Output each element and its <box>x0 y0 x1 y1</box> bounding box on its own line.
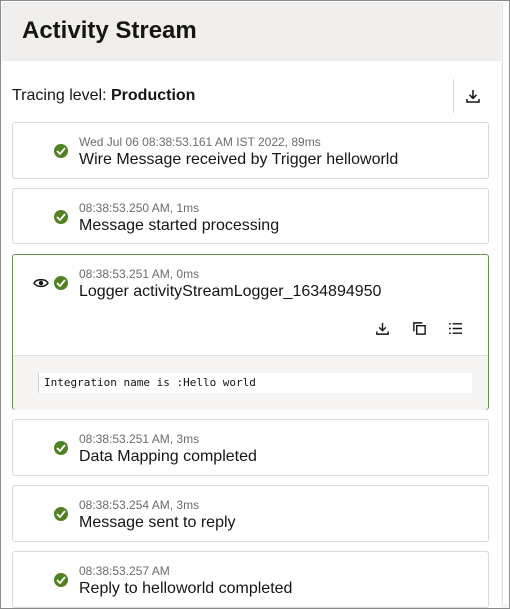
entry-title: Message started processing <box>79 217 280 234</box>
eye-icon[interactable] <box>33 277 49 289</box>
check-circle-icon <box>54 441 68 455</box>
check-circle-icon <box>54 507 68 521</box>
activity-entry[interactable]: 08:38:53.257 AM Reply to helloworld comp… <box>12 551 489 608</box>
entry-title: Data Mapping completed <box>79 448 257 465</box>
check-circle-icon <box>54 573 68 587</box>
check-circle-icon <box>54 210 68 224</box>
entry-meta: 08:38:53.251 AM, 3ms <box>79 432 200 446</box>
check-circle-icon <box>54 144 68 158</box>
download-log-button[interactable] <box>372 319 392 337</box>
activity-stream-panel: Activity Stream Tracing level: Productio… <box>0 0 510 609</box>
entry-meta: Wed Jul 06 08:38:53.161 AM IST 2022, 89m… <box>79 135 321 149</box>
entry-title: Logger activityStreamLogger_1634894950 <box>79 283 382 300</box>
download-button[interactable] <box>453 79 492 113</box>
scrollbar[interactable] <box>501 2 508 608</box>
entry-title: Reply to helloworld completed <box>79 580 293 597</box>
entry-meta: 08:38:53.251 AM, 0ms <box>79 267 200 281</box>
list-icon <box>448 322 462 334</box>
panel-header: Activity Stream <box>2 2 502 61</box>
tracing-level-value: Production <box>111 87 196 104</box>
activity-entry[interactable]: 08:38:53.254 AM, 3ms Message sent to rep… <box>12 485 489 542</box>
copy-icon <box>412 321 426 335</box>
download-icon <box>466 90 480 103</box>
activity-entry[interactable]: 08:38:53.251 AM, 3ms Data Mapping comple… <box>12 419 489 476</box>
tracing-level: Tracing level: Production <box>12 87 195 105</box>
entry-title: Wire Message received by Trigger hellowo… <box>79 151 399 168</box>
copy-button[interactable] <box>409 319 429 337</box>
activity-entry[interactable]: 08:38:53.250 AM, 1ms Message started pro… <box>12 188 489 244</box>
entry-meta: 08:38:53.250 AM, 1ms <box>79 201 200 215</box>
page-title: Activity Stream <box>22 17 197 44</box>
entry-meta: 08:38:53.257 AM <box>79 564 170 578</box>
log-output-area: Integration name is :Hello world <box>13 355 488 410</box>
entry-meta: 08:38:53.254 AM, 3ms <box>79 498 200 512</box>
tracing-level-label: Tracing level: <box>12 87 111 104</box>
log-message: Integration name is :Hello world <box>38 373 472 393</box>
list-view-button[interactable] <box>445 319 465 337</box>
activity-entry-expanded[interactable]: 08:38:53.251 AM, 0ms Logger activityStre… <box>12 254 489 410</box>
scrollbar-thumb[interactable] <box>502 4 508 604</box>
download-icon <box>375 322 389 335</box>
check-circle-icon <box>54 276 68 290</box>
entry-title: Message sent to reply <box>79 514 236 531</box>
activity-entry[interactable]: Wed Jul 06 08:38:53.161 AM IST 2022, 89m… <box>12 122 489 179</box>
